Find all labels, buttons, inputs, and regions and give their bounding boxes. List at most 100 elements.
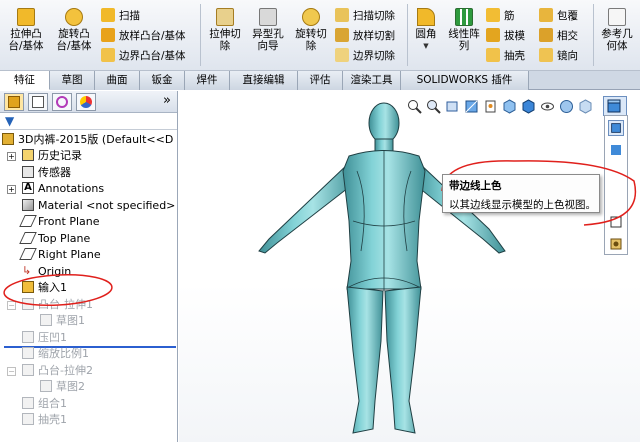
part-icon [2, 133, 14, 145]
shaded-with-edges-icon [607, 99, 621, 113]
boundary-boss-icon [101, 48, 115, 62]
feature-manager-tab[interactable] [4, 93, 24, 111]
tree-item-label: Top Plane [38, 231, 91, 245]
loft-boss-label: 放样凸台/基体 [119, 29, 186, 42]
draft-label: 拔模 [504, 29, 525, 42]
shell-feature-icon [22, 413, 34, 425]
tree-item-sketch1[interactable]: 草图1 [40, 312, 85, 328]
extrude-cut-button[interactable]: 拉伸切 除 [205, 8, 245, 52]
display-style-dropdown[interactable] [603, 96, 627, 116]
swept-cut-icon [335, 8, 349, 22]
hide-show-items-icon[interactable] [540, 99, 555, 114]
sweep-label: 扫描 [119, 9, 140, 22]
intersect-button[interactable]: 相交 [539, 26, 578, 44]
tree-item-front-plane[interactable]: Front Plane [19, 213, 100, 229]
tab-label: 钣金 [151, 74, 173, 86]
filter-icon[interactable]: ▼ [5, 114, 14, 128]
expand-icon[interactable]: + [7, 185, 16, 194]
linear-pattern-button[interactable]: 线性阵 列 [444, 8, 484, 52]
sketch-icon [40, 380, 52, 392]
tab-label: SOLIDWORKS 插件 [416, 74, 513, 86]
tree-item-indent1[interactable]: 压凹1 [22, 329, 67, 345]
hole-wizard-button[interactable]: 异型孔 向导 [247, 8, 289, 52]
tree-item-scale1[interactable]: 缩放比例1 [22, 345, 89, 361]
filter-bar: ▼ [0, 113, 177, 130]
property-manager-icon [32, 96, 44, 108]
tab-label: 特征 [14, 74, 35, 86]
display-style-icon[interactable] [521, 98, 536, 114]
loft-boss-icon [101, 28, 115, 42]
tree-item-material[interactable]: Material <not specified> [22, 197, 175, 213]
swept-cut-button[interactable]: 扫描切除 [335, 6, 395, 24]
tab-label: 曲面 [106, 74, 128, 86]
lofted-cut-button[interactable]: 放样切割 [335, 26, 395, 44]
tab-features[interactable]: 特征 [0, 71, 50, 90]
configuration-manager-icon [56, 96, 68, 108]
shell-label: 抽壳 [504, 49, 525, 62]
rib-button[interactable]: 筋 [486, 6, 515, 24]
tree-item-combine1[interactable]: 组合1 [22, 395, 67, 411]
boundary-cut-icon [335, 48, 349, 62]
tab-surfaces[interactable]: 曲面 [95, 71, 140, 90]
tree-item-sketch2[interactable]: 草图2 [40, 378, 85, 394]
shell-button[interactable]: 抽壳 [486, 46, 525, 64]
draft-button[interactable]: 拔模 [486, 26, 525, 44]
graphics-area[interactable]: 带边线上色 以其边线显示模型的上色视图。 [179, 91, 640, 442]
property-manager-tab[interactable] [28, 93, 48, 111]
tree-item-label: Material <not specified> [38, 198, 176, 212]
tab-direct-editing[interactable]: 直接编辑 [230, 71, 298, 90]
tab-label: 焊件 [196, 74, 218, 86]
tree-item-top-plane[interactable]: Top Plane [19, 230, 91, 246]
wireframe-option-icon[interactable] [608, 236, 624, 252]
expand-icon[interactable]: − [7, 367, 16, 376]
tree-item-annotations[interactable]: A Annotations [22, 180, 104, 196]
mirror-button[interactable]: 镜向 [539, 46, 578, 64]
tab-sheet-metal[interactable]: 钣金 [140, 71, 185, 90]
collapse-panel-button[interactable]: » [163, 93, 171, 108]
tab-solidworks-addins[interactable]: SOLIDWORKS 插件 [401, 71, 529, 90]
sensors-icon [22, 166, 34, 178]
tree-root[interactable]: 3D内裤-2015版 (Default<<D [2, 131, 173, 147]
fillet-label: 圆角 [415, 28, 437, 40]
combine-feature-icon [22, 397, 34, 409]
extrude-boss-button[interactable]: 拉伸凸 台/基体 [6, 8, 46, 52]
wrap-button[interactable]: 包覆 [539, 6, 578, 24]
revolve-cut-button[interactable]: 旋转切 除 [291, 8, 331, 52]
boundary-boss-button[interactable]: 边界凸台/基体 [101, 46, 186, 64]
fillet-icon [417, 8, 435, 26]
tab-sketch[interactable]: 草图 [50, 71, 95, 90]
display-manager-tab[interactable] [76, 93, 96, 111]
extrude-cut-icon [216, 8, 234, 26]
display-style-tooltip: 带边线上色 以其边线显示模型的上色视图。 [442, 174, 600, 213]
wrap-label: 包覆 [557, 9, 578, 22]
draft-icon [486, 28, 500, 42]
edit-appearance-icon[interactable] [559, 99, 574, 114]
tab-weldments[interactable]: 焊件 [185, 71, 230, 90]
loft-boss-button[interactable]: 放样凸台/基体 [101, 26, 186, 44]
reference-geometry-icon [608, 8, 626, 26]
revolve-boss-button[interactable]: 旋转凸 台/基体 [52, 8, 96, 52]
tab-label: 草图 [61, 74, 83, 86]
tab-evaluate[interactable]: 评估 [298, 71, 343, 90]
fillet-dropdown-icon[interactable]: ▼ [411, 40, 441, 52]
fillet-button[interactable]: 圆角 ▼ [411, 8, 441, 52]
ribbon-separator [593, 4, 594, 66]
wrap-icon [539, 8, 553, 22]
sweep-button[interactable]: 扫描 [101, 6, 140, 24]
tab-render-tools[interactable]: 渲染工具 [343, 71, 401, 90]
tree-item-shell1[interactable]: 抽壳1 [22, 411, 67, 427]
shaded-with-edges-option-icon[interactable] [608, 120, 624, 136]
tree-item-boss-extrude2[interactable]: 凸台-拉伸2 [22, 362, 93, 378]
tree-item-right-plane[interactable]: Right Plane [19, 246, 101, 262]
tree-item-sensors[interactable]: 传感器 [22, 164, 71, 180]
configuration-manager-tab[interactable] [52, 93, 72, 111]
tree-item-history[interactable]: 历史记录 [22, 147, 82, 163]
expand-icon[interactable]: + [7, 152, 16, 161]
boundary-cut-button[interactable]: 边界切除 [335, 46, 395, 64]
tree-item-label: Right Plane [38, 247, 101, 261]
apply-scene-icon[interactable] [578, 98, 593, 114]
reference-geometry-button[interactable]: 参考几 何体 [597, 8, 637, 52]
tree-item-label: 压凹1 [38, 331, 67, 344]
plane-icon [19, 215, 37, 227]
indent-feature-icon [22, 331, 34, 343]
